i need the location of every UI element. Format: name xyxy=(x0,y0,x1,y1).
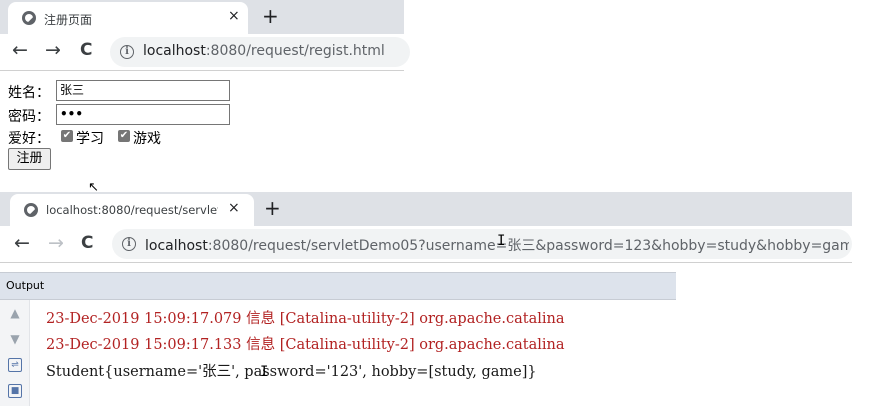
name-label: 姓名： xyxy=(8,85,50,101)
log-line: 23-Dec-2019 15:09:17.079 信息 [Catalina-ut… xyxy=(46,311,565,327)
reload-icon[interactable]: C xyxy=(81,233,93,253)
output-panel: ▲ ▼ ⇌ ■ 23-Dec-2019 15:09:17.079 信息 [Cat… xyxy=(0,300,676,406)
browser-window-register: 注册页面 × + ← → C i localhost:8080/request/… xyxy=(0,0,410,72)
log-line: 23-Dec-2019 15:09:17.133 信息 [Catalina-ut… xyxy=(46,337,565,353)
hobby-label: 爱好： xyxy=(8,131,50,147)
forward-arrow-icon[interactable]: → xyxy=(48,232,64,254)
globe-icon xyxy=(24,203,38,217)
close-icon[interactable]: × xyxy=(228,200,240,216)
plus-icon[interactable]: + xyxy=(262,4,279,28)
address-bar[interactable]: i localhost:8080/request/servletDemo05?u… xyxy=(112,229,852,259)
reload-icon[interactable]: C xyxy=(80,40,92,60)
tab-servlet-page[interactable]: localhost:8080/request/servlet × xyxy=(10,194,254,226)
checkbox-study[interactable]: ✔ xyxy=(61,130,73,142)
hobby-row: 爱好： ✔ 学习 ✔ 游戏 xyxy=(8,126,248,148)
output-toolbar: ▲ ▼ ⇌ ■ xyxy=(0,300,30,406)
output-panel-header: Output xyxy=(0,272,676,300)
name-input[interactable]: 张三 xyxy=(56,80,230,101)
checkbox-game[interactable]: ✔ xyxy=(118,130,130,142)
info-icon[interactable]: i xyxy=(120,45,134,59)
clear-icon[interactable]: ■ xyxy=(8,384,22,398)
text-cursor-icon: I xyxy=(260,364,269,380)
back-arrow-icon[interactable]: ← xyxy=(14,232,30,254)
password-input[interactable]: ••• xyxy=(56,104,230,125)
tab-register-page[interactable]: 注册页面 × xyxy=(8,2,248,34)
checkbox-study-label: 学习 xyxy=(76,131,104,147)
plus-icon[interactable]: + xyxy=(264,196,281,220)
password-label: 密码： xyxy=(8,109,50,125)
text-cursor-icon: I xyxy=(497,233,506,249)
tab-strip: 注册页面 × + xyxy=(0,0,404,34)
toolbar-divider xyxy=(0,262,852,263)
tab-strip: localhost:8080/request/servlet × + xyxy=(0,192,852,226)
forward-arrow-icon[interactable]: → xyxy=(45,39,61,61)
close-icon[interactable]: × xyxy=(228,8,240,24)
toolbar: ← → C i localhost:8080/request/regist.ht… xyxy=(0,34,410,70)
toolbar-divider xyxy=(0,70,404,71)
url-text: localhost:8080/request/regist.html xyxy=(143,43,405,59)
url-host: localhost xyxy=(143,43,206,59)
address-bar[interactable]: i localhost:8080/request/regist.html xyxy=(110,37,410,67)
scroll-down-icon[interactable]: ▼ xyxy=(8,332,22,346)
log-line: Student{username='张三', password='123', h… xyxy=(46,364,537,380)
url-host: localhost xyxy=(145,238,208,254)
globe-icon xyxy=(22,11,36,25)
wrap-icon[interactable]: ⇌ xyxy=(8,358,22,372)
url-path: :8080/request/regist.html xyxy=(205,43,385,59)
url-path: :8080/request/servletDemo05?username=张三&… xyxy=(207,238,849,254)
scroll-up-icon[interactable]: ▲ xyxy=(8,306,22,320)
tab-title: localhost:8080/request/servlet xyxy=(46,203,218,217)
info-icon[interactable]: i xyxy=(122,237,136,251)
register-button[interactable]: 注册 xyxy=(8,148,51,170)
output-title: Output xyxy=(6,279,45,292)
tab-title: 注册页面 xyxy=(44,13,93,27)
checkbox-game-label: 游戏 xyxy=(133,131,161,147)
toolbar: ← → C i localhost:8080/request/servletDe… xyxy=(0,226,852,262)
back-arrow-icon[interactable]: ← xyxy=(12,39,28,61)
